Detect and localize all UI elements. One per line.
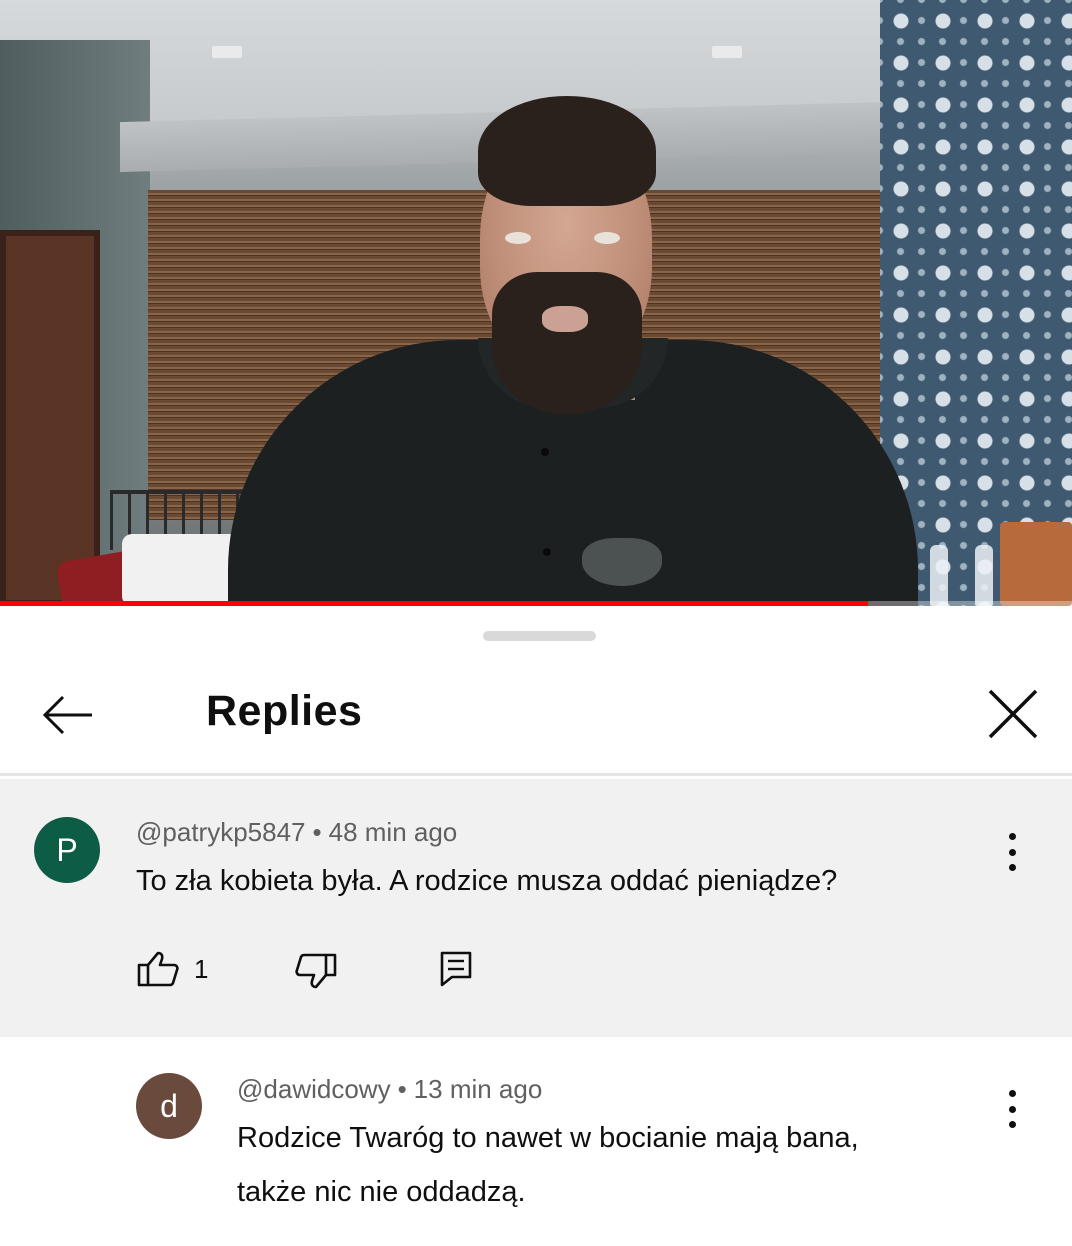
- video-person-shirt-button: [543, 548, 551, 556]
- comment-time: 13 min ago: [413, 1074, 543, 1104]
- meta-separator: •: [397, 1074, 407, 1104]
- like-count: 1: [194, 953, 209, 984]
- video-progress-bar[interactable]: [0, 601, 1072, 606]
- comment-text-line: Rodzice Twaróg to nawet w bocianie mają …: [237, 1122, 859, 1154]
- dislike-button[interactable]: [294, 952, 338, 990]
- video-person-shirt-logo: [582, 538, 662, 586]
- ceiling-vent: [712, 46, 742, 58]
- video-person-shirt-button: [541, 448, 549, 456]
- video-player[interactable]: [0, 0, 1072, 606]
- video-person-eye: [594, 232, 620, 244]
- comment-meta: @dawidcowy • 13 min ago: [237, 1074, 542, 1105]
- thumb-down-icon: [295, 953, 337, 989]
- avatar-letter: d: [160, 1087, 178, 1124]
- avatar-letter: P: [56, 831, 78, 868]
- page-title: Replies: [206, 687, 363, 735]
- more-vertical-icon-dot: [1008, 864, 1016, 871]
- thumb-up-icon: [137, 951, 179, 987]
- video-person-beard: [492, 272, 642, 414]
- reply-button[interactable]: [440, 951, 472, 987]
- video-person-hair: [478, 96, 656, 206]
- video-progress-fill: [0, 601, 869, 606]
- video-person-mouth: [542, 306, 588, 332]
- comment-author[interactable]: @dawidcowy: [237, 1074, 391, 1104]
- more-vertical-icon-dot: [1008, 1105, 1016, 1113]
- video-person-eye: [505, 232, 531, 244]
- comment-text-line: także nic nie oddadzą.: [237, 1176, 526, 1208]
- like-button[interactable]: 1: [136, 950, 208, 988]
- comment-text: To zła kobieta była. A rodzice musza odd…: [136, 865, 838, 897]
- more-vertical-icon-dot: [1008, 848, 1016, 856]
- arrow-left-icon: [42, 695, 92, 735]
- comment-icon: [440, 951, 472, 987]
- comment-menu-button[interactable]: [998, 1084, 1026, 1134]
- comment-text: Rodzice Twaróg to nawet w bocianie mają …: [237, 1111, 859, 1219]
- comment-author[interactable]: @patrykp5847: [136, 817, 306, 847]
- avatar[interactable]: d: [136, 1073, 202, 1139]
- more-vertical-icon-dot: [1008, 1121, 1016, 1128]
- close-button[interactable]: [978, 679, 1048, 749]
- comment-time: 48 min ago: [328, 817, 458, 847]
- replies-sheet: Replies P @patrykp5847 • 48 min ago To zła…: [0, 607, 1072, 1246]
- comment-menu-button[interactable]: [998, 827, 1026, 877]
- meta-separator: •: [312, 817, 322, 847]
- avatar[interactable]: P: [34, 817, 100, 883]
- video-scene-bottle: [975, 545, 993, 606]
- sheet-drag-handle[interactable]: [483, 631, 596, 641]
- more-vertical-icon: [1008, 1090, 1016, 1097]
- back-button[interactable]: [32, 681, 104, 749]
- video-scene-bag: [1000, 522, 1072, 606]
- video-scene-bottle: [930, 545, 948, 606]
- more-vertical-icon: [1008, 833, 1016, 840]
- video-scene-door: [0, 230, 100, 606]
- ceiling-vent: [212, 46, 242, 58]
- parent-comment: P @patrykp5847 • 48 min ago To zła kobieta…: [0, 779, 1072, 1037]
- close-icon: [988, 689, 1038, 739]
- reply-comment: d @dawidcowy • 13 min ago Rodzice Twaróg t…: [0, 1037, 1072, 1246]
- comment-meta: @patrykp5847 • 48 min ago: [136, 817, 457, 848]
- replies-header: Replies: [0, 651, 1072, 776]
